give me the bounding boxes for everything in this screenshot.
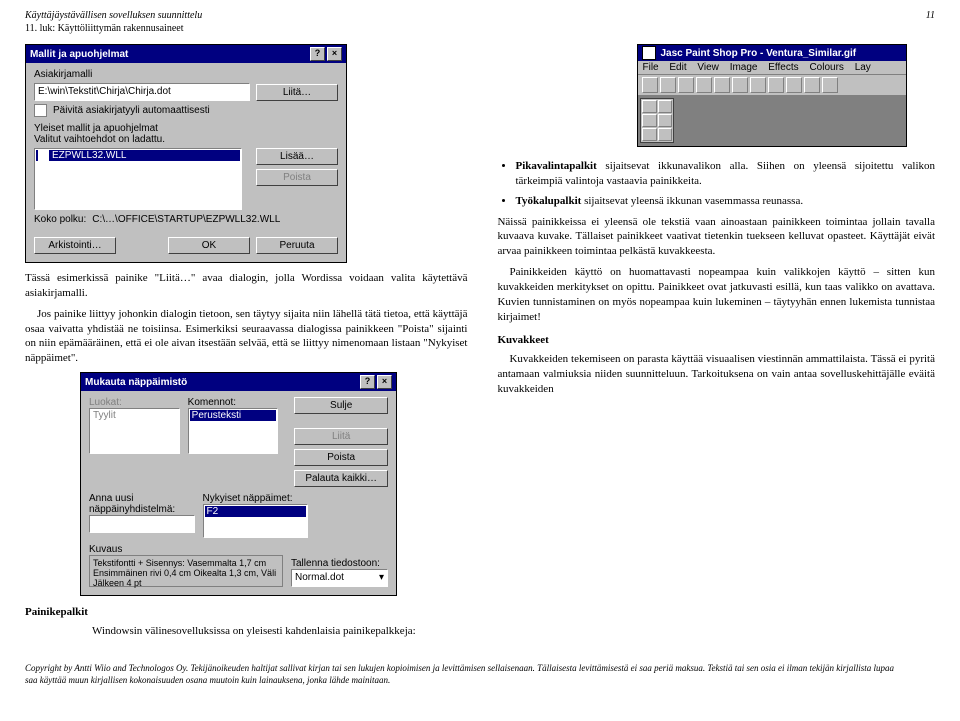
paragraph: Painikkeiden käyttö on huomattavasti nop…: [497, 265, 935, 324]
menu-image[interactable]: Image: [730, 62, 758, 73]
liita2-button[interactable]: Liitä: [294, 428, 388, 445]
app-icon: [642, 46, 656, 60]
dialog1-title: Mallit ja apuohjelmat: [30, 49, 128, 60]
palauta-button[interactable]: Palauta kaikki…: [294, 470, 388, 487]
label-luokat: Luokat:: [89, 397, 180, 408]
auto-update-checkbox[interactable]: [34, 104, 47, 117]
tool-icon[interactable]: [678, 77, 694, 93]
label-valitut: Valitut vaihtoehdot on ladattu.: [34, 134, 338, 145]
help-button[interactable]: ?: [310, 47, 325, 61]
doc-title: Käyttäjäystävällisen sovelluksen suunnit…: [25, 10, 935, 21]
menu-layers[interactable]: Lay: [855, 62, 871, 73]
liita-button[interactable]: Liitä…: [256, 84, 338, 101]
page-number: 11: [926, 10, 935, 21]
palette-tool[interactable]: [642, 114, 657, 127]
list-item[interactable]: ✓EZPWLL32.WLL: [36, 150, 240, 161]
tool-icon[interactable]: [822, 77, 838, 93]
bullet-list: Pikavalintapalkit sijaitsevat ikkunavali…: [515, 159, 935, 209]
tool-icon[interactable]: [750, 77, 766, 93]
paragraph: Windowsin välinesovelluksissa on yleises…: [80, 624, 467, 639]
close-button[interactable]: ×: [327, 47, 342, 61]
label-nykyiset: Nykyiset näppäimet:: [203, 493, 309, 504]
poista-button[interactable]: Poista: [256, 169, 338, 186]
label-komennot: Komennot:: [188, 397, 279, 408]
list-item[interactable]: F2: [205, 506, 307, 517]
ok-button[interactable]: OK: [168, 237, 250, 254]
poista2-button[interactable]: Poista: [294, 449, 388, 466]
kokopolku-value: C:\…\OFFICE\STARTUP\EZPWLL32.WLL: [92, 214, 280, 225]
dialog-nappaimisto: Mukauta näppäimistö ? × Luokat: Tyylit: [80, 372, 397, 596]
lisaa-button[interactable]: Lisää…: [256, 148, 338, 165]
komennot-list[interactable]: Perusteksti: [188, 408, 279, 454]
tool-icon[interactable]: [714, 77, 730, 93]
close-button[interactable]: ×: [377, 375, 392, 389]
addins-listbox[interactable]: ✓EZPWLL32.WLL: [34, 148, 242, 210]
list-item: Työkalupalkit sijaitsevat yleensä ikkuna…: [515, 194, 935, 209]
tool-palette: [640, 98, 674, 143]
list-item: Tyylit: [91, 410, 178, 421]
palette-tool[interactable]: [642, 128, 657, 141]
label-kuvaus: Kuvaus: [89, 544, 283, 555]
menu-effects[interactable]: Effects: [768, 62, 798, 73]
tool-icon[interactable]: [660, 77, 676, 93]
chevron-down-icon: ▾: [379, 571, 384, 585]
label-yleiset: Yleiset mallit ja apuohjelmat: [34, 123, 338, 134]
label-anna: Anna uusi näppäinyhdistelmä:: [89, 493, 195, 515]
menu-edit[interactable]: Edit: [669, 62, 686, 73]
menu-file[interactable]: File: [642, 62, 658, 73]
peruuta-button[interactable]: Peruuta: [256, 237, 338, 254]
paragraph: Kuvakkeiden tekemiseen on parasta käyttä…: [497, 352, 935, 397]
asiakirjamalli-field[interactable]: E:\win\Tekstit\Chirja\Chirja.dot: [34, 83, 250, 101]
palette-tool[interactable]: [658, 100, 673, 113]
label-tallenna: Tallenna tiedostoon:: [291, 558, 388, 569]
menu-view[interactable]: View: [697, 62, 719, 73]
tool-icon[interactable]: [804, 77, 820, 93]
tool-icon[interactable]: [786, 77, 802, 93]
sulje-button[interactable]: Sulje: [294, 397, 388, 414]
dialog-mallit: Mallit ja apuohjelmat ? × Asiakirjamalli…: [25, 44, 347, 263]
psp-toolbar: [638, 75, 906, 96]
psp-window: Jasc Paint Shop Pro - Ventura_Similar.gi…: [637, 44, 907, 147]
list-item[interactable]: Perusteksti: [190, 410, 277, 421]
menu-colours[interactable]: Colours: [809, 62, 843, 73]
new-shortcut-field[interactable]: [89, 515, 195, 533]
label-autoupdate: Päivitä asiakirjatyyli automaattisesti: [53, 105, 210, 116]
kuvaus-text: Tekstifontti + Sisennys: Vasemmalta 1,7 …: [89, 555, 283, 587]
tallenna-dropdown[interactable]: Normal.dot▾: [291, 569, 388, 587]
doc-subtitle: 11. luk: Käyttöliittymän rakennusaineet: [25, 23, 935, 34]
tool-icon[interactable]: [642, 77, 658, 93]
label-asiakirjamalli: Asiakirjamalli: [34, 69, 338, 80]
psp-title: Jasc Paint Shop Pro - Ventura_Similar.gi…: [660, 48, 856, 59]
psp-workspace: [638, 96, 906, 146]
tool-icon[interactable]: [732, 77, 748, 93]
arkistointi-button[interactable]: Arkistointi…: [34, 237, 116, 254]
nykyiset-list[interactable]: F2: [203, 504, 309, 538]
palette-tool[interactable]: [642, 100, 657, 113]
heading-painikepalkit: Painikepalkit: [25, 606, 467, 618]
palette-tool[interactable]: [658, 114, 673, 127]
heading-kuvakkeet: Kuvakkeet: [497, 334, 935, 346]
tool-icon[interactable]: [768, 77, 784, 93]
palette-tool[interactable]: [658, 128, 673, 141]
tool-icon[interactable]: [696, 77, 712, 93]
paragraph: Jos painike liittyy johonkin dialogin ti…: [25, 307, 467, 366]
luokat-list[interactable]: Tyylit: [89, 408, 180, 454]
label-kokopolku: Koko polku:: [34, 214, 86, 225]
list-item: Pikavalintapalkit sijaitsevat ikkunavali…: [515, 159, 935, 189]
help-button[interactable]: ?: [360, 375, 375, 389]
paragraph: Tässä esimerkissä painike "Liitä…" avaa …: [25, 271, 467, 301]
psp-menubar[interactable]: File Edit View Image Effects Colours Lay: [638, 61, 906, 75]
copyright-footer: Copyright by Antti Wiio and Technologos …: [25, 663, 935, 686]
paragraph: Näissä painikkeissa ei yleensä ole tekst…: [497, 215, 935, 260]
dialog2-title: Mukauta näppäimistö: [85, 377, 187, 388]
